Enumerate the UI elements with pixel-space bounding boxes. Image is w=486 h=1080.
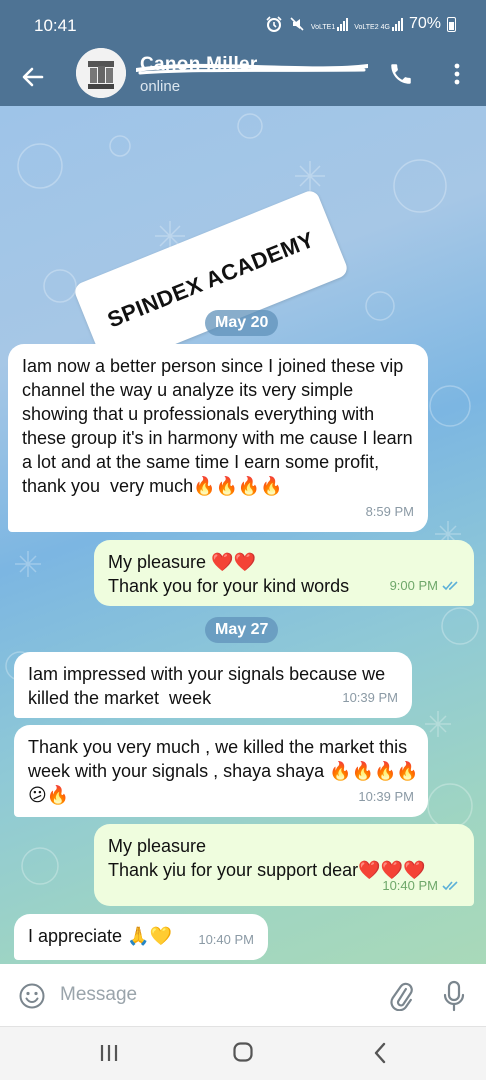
network2-indicator: VoLTE2 4G xyxy=(354,17,403,31)
double-check-icon xyxy=(442,581,458,591)
system-navigation-bar xyxy=(0,1026,486,1080)
status-icons: VoLTE1 VoLTE2 4G 70% xyxy=(265,15,456,33)
alarm-icon xyxy=(266,16,282,32)
signal1-icon xyxy=(337,17,349,31)
message-text: I appreciate 🙏💛 xyxy=(28,926,172,946)
chat-header: Canon Miller online xyxy=(0,48,486,106)
message-meta: 10:40 PM xyxy=(382,874,460,898)
message-text: Iam now a better person since I joined t… xyxy=(22,356,418,496)
message-text: My pleasure ❤️❤️ Thank you for your kind… xyxy=(108,552,350,596)
arrow-left-icon[interactable] xyxy=(20,64,46,90)
avatar[interactable] xyxy=(76,48,126,98)
paperclip-icon[interactable] xyxy=(388,981,414,1011)
avatar-logo-image xyxy=(76,48,126,98)
message-time: 10:40 PM xyxy=(198,932,254,947)
status-bar: 10:41 VoLTE1 VoLTE2 4G 70% xyxy=(0,0,486,52)
phone-icon[interactable] xyxy=(388,61,414,87)
message-bubble-incoming[interactable]: Iam now a better person since I joined t… xyxy=(8,344,428,532)
message-time: 10:39 PM xyxy=(358,789,414,804)
double-check-icon xyxy=(442,881,458,891)
network1-indicator: VoLTE1 xyxy=(310,17,349,31)
network1-label: VoLTE1 xyxy=(310,24,336,31)
network2-type: 4G xyxy=(380,24,390,31)
message-bubble-outgoing[interactable]: My pleasure Thank yiu for your support d… xyxy=(94,824,474,906)
message-meta: 8:59 PM xyxy=(366,500,414,524)
smiley-icon[interactable] xyxy=(18,982,46,1010)
message-time: 8:59 PM xyxy=(365,504,414,519)
chat-area[interactable]: SPINDEX ACADEMY May 20 Iam now a better … xyxy=(0,106,486,964)
message-meta: 9:00 PM xyxy=(390,574,460,598)
signal2-icon xyxy=(391,17,403,31)
message-time: 9:00 PM xyxy=(389,578,438,593)
battery-percent: 70% xyxy=(408,15,441,32)
message-bubble-incoming[interactable]: Iam impressed with your signals because … xyxy=(14,652,412,718)
message-bubble-outgoing[interactable]: My pleasure ❤️❤️ Thank you for your kind… xyxy=(94,540,474,606)
message-input[interactable] xyxy=(60,978,360,1012)
status-time: 10:41 xyxy=(34,16,77,35)
name-redaction-scribble xyxy=(136,63,368,75)
message-meta: 10:40 PM xyxy=(198,928,254,952)
message-meta: 10:39 PM xyxy=(342,686,398,710)
message-bubble-incoming[interactable]: I appreciate 🙏💛 10:40 PM xyxy=(14,914,268,960)
network2-label: VoLTE2 xyxy=(354,24,379,31)
microphone-icon[interactable] xyxy=(442,980,466,1012)
battery-icon xyxy=(447,16,456,32)
message-time: 10:39 PM xyxy=(342,690,398,705)
home-icon[interactable] xyxy=(232,1041,254,1063)
presence-status: online xyxy=(140,78,181,95)
date-separator: May 20 xyxy=(205,310,279,336)
message-bubble-incoming[interactable]: Thank you very much , we killed the mark… xyxy=(14,725,428,817)
recents-icon[interactable] xyxy=(98,1042,120,1064)
date-separator: May 27 xyxy=(205,617,279,643)
nav-back-icon[interactable] xyxy=(372,1041,388,1065)
more-vert-icon[interactable] xyxy=(446,60,468,88)
message-composer xyxy=(0,964,486,1026)
mute-icon xyxy=(290,17,304,31)
message-time: 10:40 PM xyxy=(382,878,438,893)
message-meta: 10:39 PM xyxy=(358,785,414,809)
